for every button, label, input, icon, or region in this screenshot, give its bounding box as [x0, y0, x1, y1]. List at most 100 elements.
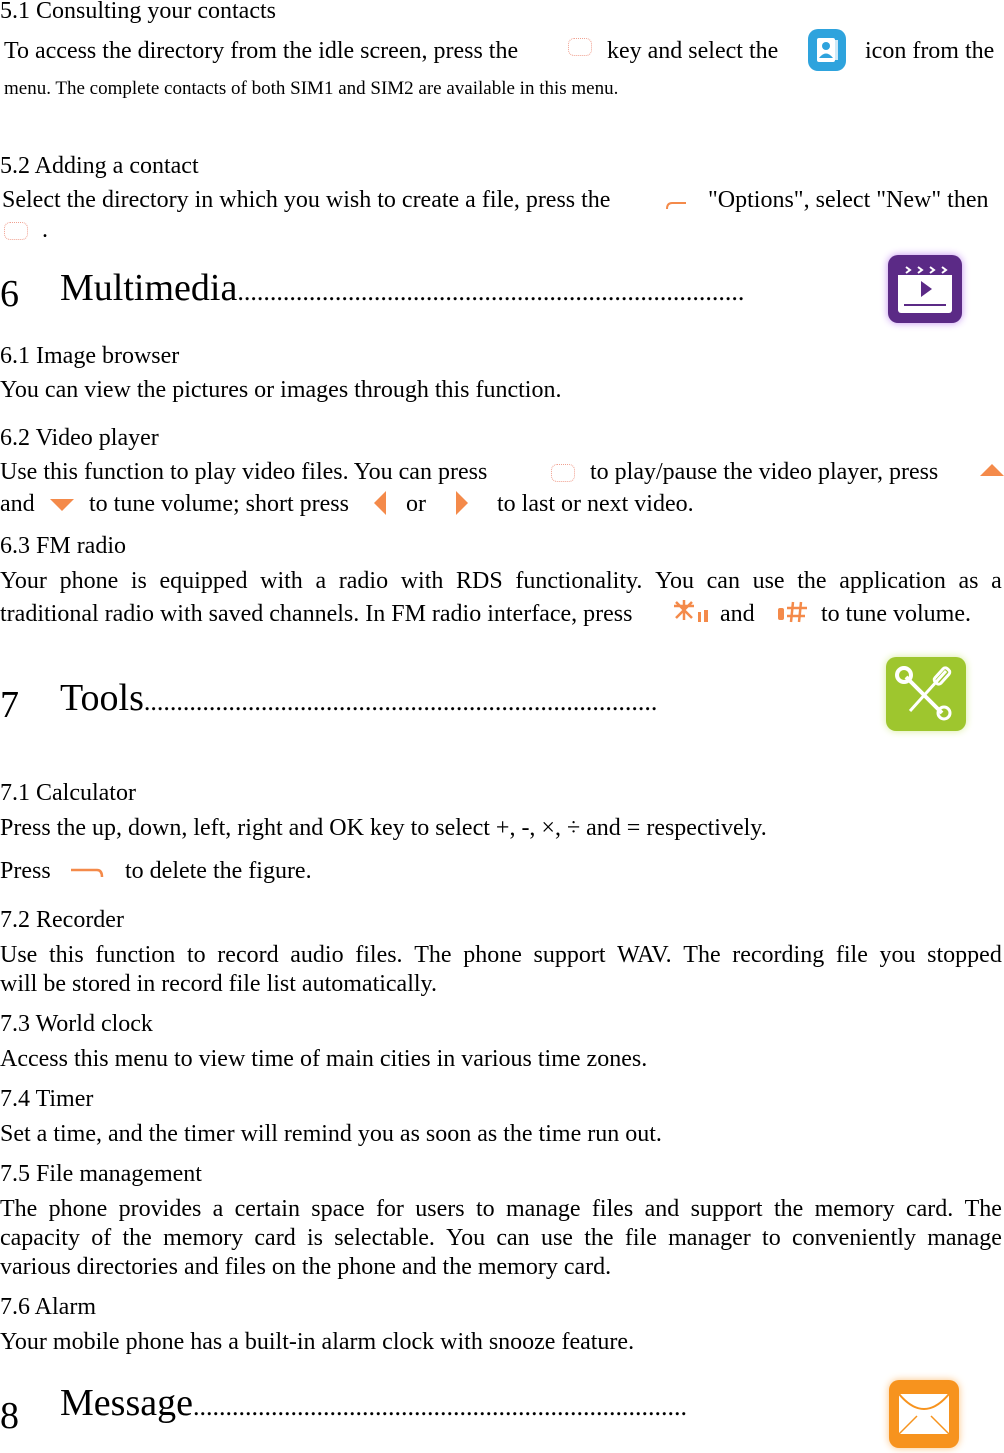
word: provides — [118, 1196, 202, 1222]
word: memory — [814, 1196, 895, 1222]
section-7-5-text-1: The phone provides a certain space for users to m… — [0, 1195, 1002, 1223]
word: conveniently — [791, 1225, 916, 1251]
section-6-2-text-d: to tune volume; short press — [89, 491, 349, 517]
section-5-1-text-b: key and select the — [607, 38, 779, 64]
word: WAV. — [617, 942, 672, 968]
section-6-2-text-a: Use this function to play video files. Y… — [0, 459, 488, 485]
video-clapper-icon — [888, 255, 962, 323]
word: manager — [668, 1225, 751, 1251]
section-5-2-text-b: "Options", select "New" then — [708, 187, 989, 213]
section-5-1-text-c: icon from the — [865, 38, 995, 64]
word: the — [773, 1196, 804, 1222]
word: support — [533, 942, 606, 968]
word: can — [496, 1225, 530, 1251]
section-5-1-title: 5.1 Consulting your contacts — [0, 0, 276, 24]
word: function — [95, 942, 176, 968]
word: support — [690, 1196, 763, 1222]
word: phone — [463, 942, 522, 968]
section-5-1-text-a: To access the directory from the idle sc… — [4, 38, 519, 64]
word: card — [254, 1225, 296, 1251]
section-7-6-title: 7.6 Alarm — [0, 1294, 96, 1320]
word: You — [655, 568, 694, 594]
word: the — [797, 568, 827, 594]
section-7-2-text-2: will be stored in record file list autom… — [0, 971, 437, 997]
section-7-4-text: Set a time, and the timer will remind yo… — [0, 1121, 662, 1147]
left-softkey-icon — [664, 197, 688, 210]
word: with — [260, 568, 303, 594]
hash-key-icon — [777, 598, 809, 631]
word: certain — [234, 1196, 300, 1222]
chapter-8-title: Message.................................… — [60, 1381, 687, 1429]
word: selectable. — [334, 1225, 435, 1251]
word: The — [683, 942, 721, 968]
chapter-6-leader: ........................................… — [237, 277, 745, 306]
word: is — [306, 1225, 323, 1251]
section-7-4-title: 7.4 Timer — [0, 1086, 94, 1112]
star-key-icon — [672, 598, 710, 631]
word: use — [752, 568, 785, 594]
section-6-3-title: 6.3 FM radio — [0, 533, 126, 559]
chapter-8-leader: ........................................… — [192, 1392, 687, 1421]
word: application — [839, 568, 946, 594]
section-7-5-text-2: capacity of the memory card is selectable. You c… — [0, 1224, 1002, 1252]
word: space — [311, 1196, 365, 1222]
word: functionality. — [515, 568, 643, 594]
section-7-3-title: 7.3 World clock — [0, 1011, 153, 1037]
word: manage — [927, 1225, 1002, 1251]
word: and — [644, 1196, 680, 1222]
word: stopped — [927, 942, 1002, 968]
section-6-2-text-e: or — [406, 491, 426, 517]
word: a — [315, 568, 327, 594]
section-7-1-text-1: Press the up, down, left, right and OK k… — [0, 815, 767, 841]
section-6-2-text-f: to last or next video. — [497, 491, 694, 517]
section-7-2-text-1: Use this function to record audio files. The pho… — [0, 941, 1002, 969]
left-arrow-icon — [372, 490, 388, 521]
chapter-7-title: Tools...................................… — [60, 676, 657, 724]
word: record — [217, 942, 279, 968]
contacts-icon — [808, 29, 846, 71]
ok-key-icon — [4, 222, 28, 240]
chapter-6-title: Multimedia..............................… — [60, 266, 744, 314]
section-6-3-text-1: Your phone is equipped with a radio with RDS func… — [0, 567, 1002, 595]
chapter-6-number: 6 — [0, 273, 19, 315]
ok-key-icon — [568, 38, 592, 56]
chapter-7-title-text: Tools — [60, 677, 144, 719]
word: The — [964, 1196, 1002, 1222]
word: to — [475, 1196, 495, 1222]
word: a — [991, 568, 1002, 594]
ok-key-icon — [551, 464, 575, 482]
word: file — [835, 942, 868, 968]
word: radio — [338, 568, 389, 594]
word: RDS — [456, 568, 503, 594]
word: you — [879, 942, 916, 968]
tools-icon — [886, 657, 966, 731]
section-5-2-text-a: Select the directory in which you wish t… — [2, 187, 611, 213]
word: You — [446, 1225, 486, 1251]
section-7-5-title: 7.5 File management — [0, 1161, 202, 1187]
word: card. — [905, 1196, 954, 1222]
word: recording — [732, 942, 825, 968]
word: this — [48, 942, 84, 968]
word: files. — [355, 942, 403, 968]
word: with — [400, 568, 444, 594]
word: Use — [0, 942, 38, 968]
section-7-6-text: Your mobile phone has a built-in alarm c… — [0, 1329, 635, 1355]
section-7-1-text-2b: to delete the figure. — [125, 858, 312, 884]
word: the — [122, 1225, 152, 1251]
section-6-2-text-b: to play/pause the video player, press — [590, 459, 939, 485]
word: to — [186, 942, 206, 968]
word: memory — [163, 1225, 244, 1251]
section-6-3-text-2b: and — [720, 601, 755, 627]
envelope-icon — [889, 1380, 959, 1448]
word: for — [375, 1196, 404, 1222]
chapter-7-number: 7 — [0, 684, 19, 726]
section-6-3-text-2c: to tune volume. — [821, 601, 971, 627]
section-5-2-title: 5.2 Adding a contact — [0, 153, 199, 179]
word: to — [762, 1225, 781, 1251]
section-6-2-title: 6.2 Video player — [0, 425, 159, 451]
section-5-1-text-2: menu. The complete contacts of both SIM1… — [4, 78, 619, 99]
word: of — [91, 1225, 112, 1251]
section-7-5-text-3: various directories and files on the pho… — [0, 1254, 612, 1280]
section-7-3-text: Access this menu to view time of main ci… — [0, 1046, 648, 1072]
word: The — [414, 942, 452, 968]
